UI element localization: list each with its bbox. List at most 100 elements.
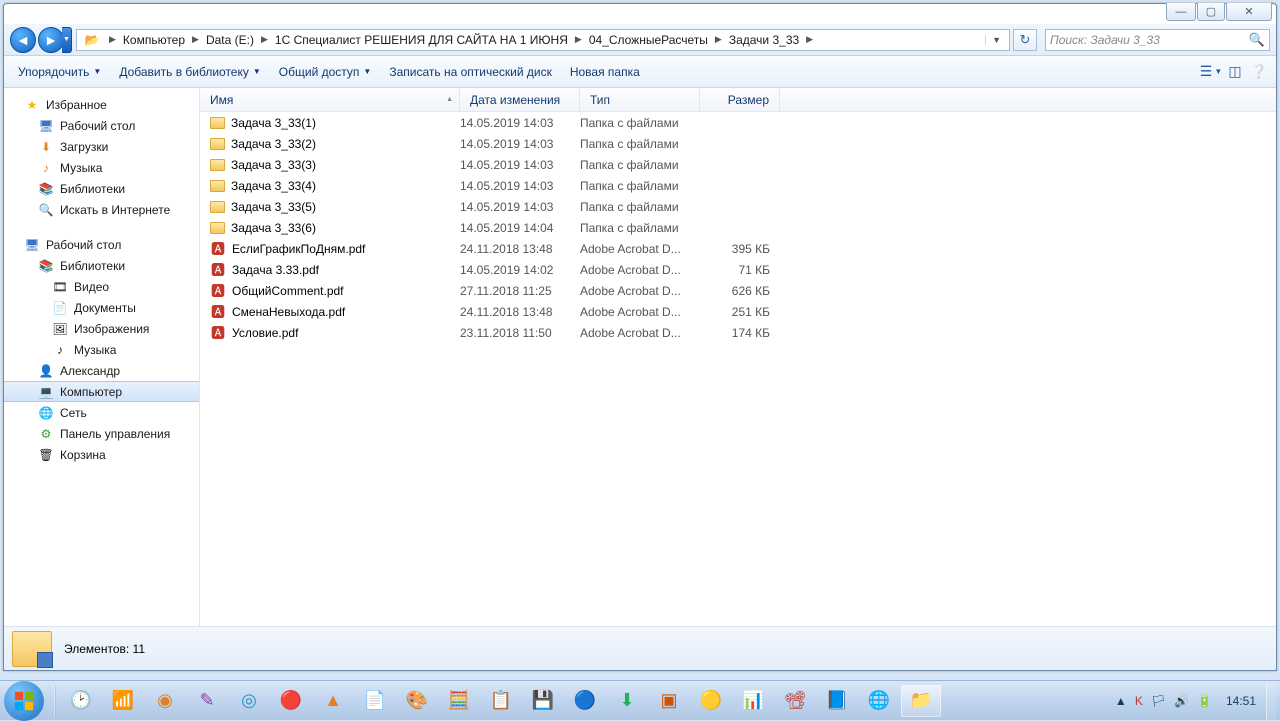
file-name: Задача 3_33(4) — [231, 179, 316, 193]
organize-button[interactable]: Упорядочить▼ — [10, 61, 109, 83]
chevron-right-icon[interactable]: ▶ — [802, 34, 817, 45]
file-row[interactable]: 🅰ОбщийComment.pdf27.11.2018 11:25Adobe A… — [200, 280, 1276, 301]
nav-libraries-2[interactable]: 📚Библиотеки — [4, 255, 199, 276]
file-row[interactable]: 🅰Условие.pdf23.11.2018 11:50Adobe Acroba… — [200, 322, 1276, 343]
taskbar-app[interactable]: ⬇ — [607, 685, 647, 717]
taskbar-app[interactable]: 📽 — [775, 685, 815, 717]
nav-music-2[interactable]: ♪Музыка — [4, 339, 199, 360]
crumb-folder-1[interactable]: 1С Специалист РЕШЕНИЯ ДЛЯ САЙТА НА 1 ИЮН… — [272, 30, 571, 50]
nav-video[interactable]: 🎞Видео — [4, 276, 199, 297]
taskbar-app[interactable]: ▲ — [313, 685, 353, 717]
tray-icon[interactable]: K — [1135, 694, 1143, 708]
breadcrumb[interactable]: 📂 ▶ Компьютер ▶ Data (E:) ▶ 1С Специалис… — [76, 29, 1010, 51]
file-row[interactable]: Задача 3_33(2)14.05.2019 14:03Папка с фа… — [200, 133, 1276, 154]
nav-desktop-root[interactable]: 🖥Рабочий стол — [4, 234, 199, 255]
taskbar-app[interactable]: 📄 — [355, 685, 395, 717]
close-button[interactable]: ✕ — [1226, 3, 1272, 21]
crumb-folder-3[interactable]: Задачи 3_33 — [726, 30, 802, 50]
file-date: 14.05.2019 14:04 — [460, 221, 580, 235]
tray-icon[interactable]: 🔊 — [1174, 694, 1189, 708]
crumb-computer[interactable]: Компьютер — [120, 30, 188, 50]
minimize-button[interactable]: — — [1166, 3, 1196, 21]
taskbar-app[interactable]: 🟡 — [691, 685, 731, 717]
search-input[interactable]: Поиск: Задачи 3_33 🔍 — [1045, 29, 1270, 51]
taskbar-app[interactable]: 📶 — [103, 685, 143, 717]
file-row[interactable]: 🅰Задача 3.33.pdf14.05.2019 14:02Adobe Ac… — [200, 259, 1276, 280]
taskbar-app[interactable]: 🧮 — [439, 685, 479, 717]
file-row[interactable]: Задача 3_33(1)14.05.2019 14:03Папка с фа… — [200, 112, 1276, 133]
nav-favorites[interactable]: ★Избранное — [4, 94, 199, 115]
chevron-right-icon[interactable]: ▶ — [105, 34, 120, 45]
taskbar-app[interactable]: 📊 — [733, 685, 773, 717]
burn-button[interactable]: Записать на оптический диск — [381, 61, 560, 83]
view-options-button[interactable]: ☰▼ — [1200, 61, 1222, 83]
crumb-folder-2[interactable]: 04_СложныеРасчеты — [586, 30, 711, 50]
chevron-right-icon[interactable]: ▶ — [571, 34, 586, 45]
col-size[interactable]: Размер — [700, 88, 780, 111]
maximize-button[interactable]: ▢ — [1197, 3, 1225, 21]
nav-downloads[interactable]: ⬇Загрузки — [4, 136, 199, 157]
back-button[interactable]: ◄ — [10, 27, 36, 53]
computer-icon: 💻 — [38, 384, 54, 400]
taskbar-app[interactable]: 📋 — [481, 685, 521, 717]
nav-music[interactable]: ♪Музыка — [4, 157, 199, 178]
file-row[interactable]: Задача 3_33(6)14.05.2019 14:04Папка с фа… — [200, 217, 1276, 238]
file-row[interactable]: Задача 3_33(3)14.05.2019 14:03Папка с фа… — [200, 154, 1276, 175]
chevron-right-icon[interactable]: ▶ — [188, 34, 203, 45]
show-desktop-button[interactable] — [1266, 682, 1276, 720]
nav-search-internet[interactable]: 🔍Искать в Интернете — [4, 199, 199, 220]
taskbar-app[interactable]: 🎨 — [397, 685, 437, 717]
explorer-window: — ▢ ✕ ◄ ► ▼ 📂 ▶ Компьютер ▶ Data (E:) ▶ … — [3, 3, 1277, 671]
file-row[interactable]: 🅰СменаНевыхода.pdf24.11.2018 13:48Adobe … — [200, 301, 1276, 322]
video-icon: 🎞 — [52, 279, 68, 295]
taskbar-app[interactable]: ◉ — [145, 685, 185, 717]
file-row[interactable]: Задача 3_33(4)14.05.2019 14:03Папка с фа… — [200, 175, 1276, 196]
chevron-down-icon[interactable]: ▼ — [985, 35, 1007, 45]
search-icon[interactable]: 🔍 — [1249, 32, 1265, 48]
taskbar-app[interactable]: 🕑 — [61, 685, 101, 717]
help-button[interactable]: ❔ — [1248, 61, 1270, 83]
taskbar-app[interactable]: ▣ — [649, 685, 689, 717]
tray-icon[interactable]: 🏳 — [1151, 694, 1166, 708]
chevron-right-icon[interactable]: ▶ — [257, 34, 272, 45]
new-folder-button[interactable]: Новая папка — [562, 61, 648, 83]
refresh-button[interactable]: ↻ — [1013, 29, 1037, 51]
taskbar-app[interactable]: 💾 — [523, 685, 563, 717]
nav-libraries[interactable]: 📚Библиотеки — [4, 178, 199, 199]
taskbar-app[interactable]: ✎ — [187, 685, 227, 717]
nav-documents[interactable]: 📄Документы — [4, 297, 199, 318]
nav-pictures[interactable]: 🖼Изображения — [4, 318, 199, 339]
tray-icon[interactable]: ▲ — [1115, 694, 1127, 708]
file-type: Adobe Acrobat D... — [580, 242, 700, 256]
col-type[interactable]: Тип — [580, 88, 700, 111]
start-button[interactable] — [4, 681, 44, 721]
col-date[interactable]: Дата изменения — [460, 88, 580, 111]
clock[interactable]: 14:51 — [1220, 694, 1262, 708]
nav-computer[interactable]: 💻Компьютер — [4, 381, 199, 402]
taskbar-app[interactable]: ◎ — [229, 685, 269, 717]
nav-recycle-bin[interactable]: 🗑Корзина — [4, 444, 199, 465]
tray-icon[interactable]: 🔋 — [1197, 694, 1212, 708]
recent-dropdown[interactable]: ▼ — [62, 27, 72, 53]
nav-user[interactable]: 👤Александр — [4, 360, 199, 381]
taskbar-app[interactable]: 🌐 — [859, 685, 899, 717]
share-button[interactable]: Общий доступ▼ — [271, 61, 380, 83]
system-tray: ▲ K 🏳 🔊 🔋 14:51 — [1115, 694, 1266, 708]
nav-network[interactable]: 🌐Сеть — [4, 402, 199, 423]
file-row[interactable]: 🅰ЕслиГрафикПоДням.pdf24.11.2018 13:48Ado… — [200, 238, 1276, 259]
preview-pane-button[interactable]: ◫ — [1224, 61, 1246, 83]
forward-button[interactable]: ► — [38, 27, 64, 53]
crumb-drive[interactable]: Data (E:) — [203, 30, 257, 50]
file-row[interactable]: Задача 3_33(5)14.05.2019 14:03Папка с фа… — [200, 196, 1276, 217]
taskbar-app[interactable]: 🔵 — [565, 685, 605, 717]
nav-desktop[interactable]: 🖥Рабочий стол — [4, 115, 199, 136]
chevron-right-icon[interactable]: ▶ — [711, 34, 726, 45]
add-library-button[interactable]: Добавить в библиотеку▼ — [111, 61, 268, 83]
taskbar-app[interactable]: 🔴 — [271, 685, 311, 717]
file-date: 14.05.2019 14:02 — [460, 263, 580, 277]
col-name[interactable]: Имя — [200, 88, 460, 111]
taskbar-app[interactable]: 📘 — [817, 685, 857, 717]
taskbar-explorer[interactable]: 📁 — [901, 685, 941, 717]
nav-control-panel[interactable]: ⚙Панель управления — [4, 423, 199, 444]
chevron-down-icon: ▼ — [363, 67, 371, 76]
